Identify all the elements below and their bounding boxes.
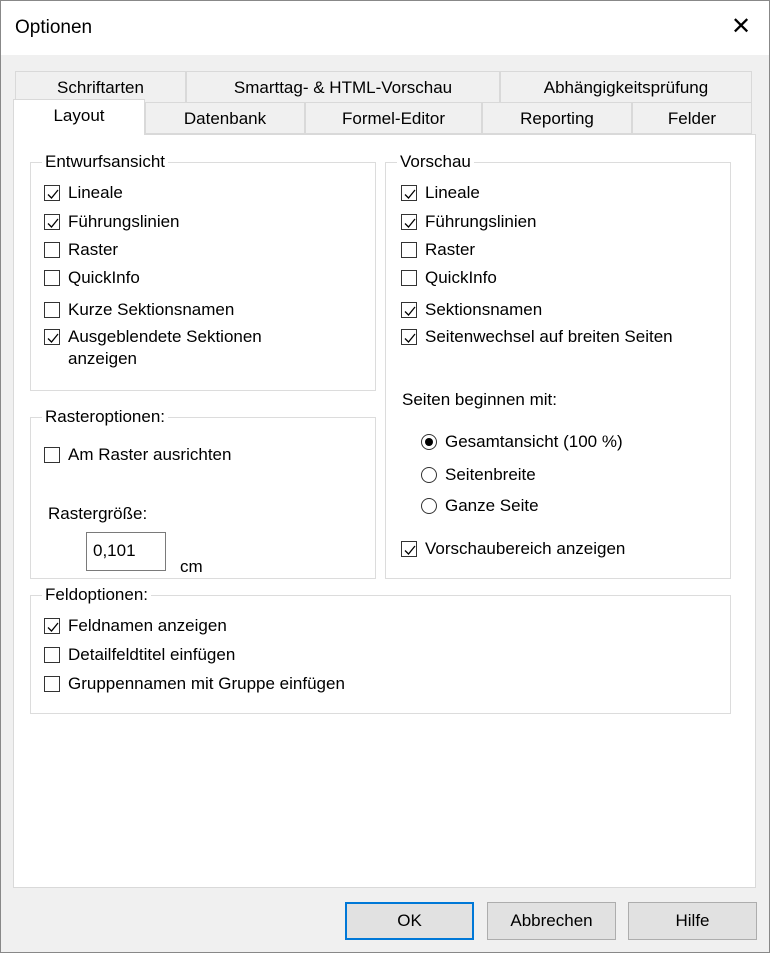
design-5-checkbox[interactable]	[44, 329, 60, 345]
preview-4-label[interactable]: Sektionsnamen	[425, 300, 542, 320]
design-5-label-line2[interactable]: anzeigen	[68, 349, 137, 369]
preview-3-label[interactable]: QuickInfo	[425, 268, 497, 288]
design-1-checkbox[interactable]	[44, 214, 60, 230]
check-icon	[47, 333, 59, 343]
design-2-checkbox[interactable]	[44, 242, 60, 258]
start-radio-label[interactable]: Seitenbreite	[445, 465, 536, 485]
field-2-label[interactable]: Gruppennamen mit Gruppe einfügen	[68, 674, 345, 694]
help-button[interactable]: Hilfe	[628, 902, 757, 940]
grid-size-unit: cm	[180, 557, 203, 576]
preview-1-label[interactable]: Führungslinien	[425, 212, 537, 232]
field-2-checkbox[interactable]	[44, 676, 60, 692]
group-title: Entwurfsansicht	[42, 152, 168, 172]
check-icon	[404, 218, 416, 228]
ok-button[interactable]: OK	[345, 902, 474, 940]
preview-2-label[interactable]: Raster	[425, 240, 475, 260]
pages-start-label: Seiten beginnen mit:	[402, 390, 557, 409]
field-1-label[interactable]: Detailfeldtitel einfügen	[68, 645, 235, 665]
check-icon	[47, 622, 59, 632]
start-radio-label[interactable]: Ganze Seite	[445, 496, 539, 516]
preview-5-label[interactable]: Seitenwechsel auf breiten Seiten	[425, 327, 673, 347]
tab-smarttag-html-vorschau[interactable]: Smarttag- & HTML-Vorschau	[186, 71, 500, 103]
check-icon	[404, 333, 416, 343]
preview-4-checkbox[interactable]	[401, 302, 417, 318]
show-preview-area-checkbox[interactable]	[401, 541, 417, 557]
group-title: Vorschau	[397, 152, 474, 172]
start-radio-label[interactable]: Gesamtansicht (100 %)	[445, 432, 623, 452]
preview-5-checkbox[interactable]	[401, 329, 417, 345]
cancel-button[interactable]: Abbrechen	[487, 902, 616, 940]
show-preview-area-label[interactable]: Vorschaubereich anzeigen	[425, 539, 625, 559]
group-rasteroptionen: Rasteroptionen:	[30, 407, 376, 579]
check-icon	[404, 306, 416, 316]
start-radio-0[interactable]	[421, 434, 437, 450]
preview-0-label[interactable]: Lineale	[425, 183, 480, 203]
preview-0-checkbox[interactable]	[401, 185, 417, 201]
design-4-checkbox[interactable]	[44, 302, 60, 318]
tab-abhängigkeitsprüfung[interactable]: Abhängigkeitsprüfung	[500, 71, 752, 103]
design-3-checkbox[interactable]	[44, 270, 60, 286]
design-0-checkbox[interactable]	[44, 185, 60, 201]
grid-size-label: Rastergröße:	[48, 504, 148, 523]
design-3-label[interactable]: QuickInfo	[68, 268, 140, 288]
preview-1-checkbox[interactable]	[401, 214, 417, 230]
title-bar	[0, 0, 770, 55]
group-title: Rasteroptionen:	[42, 407, 169, 427]
grid-size-input[interactable]: 0,101	[86, 532, 166, 571]
field-0-label[interactable]: Feldnamen anzeigen	[68, 616, 227, 636]
tab-datenbank[interactable]: Datenbank	[145, 102, 305, 134]
check-icon	[404, 189, 416, 199]
design-4-label[interactable]: Kurze Sektionsnamen	[68, 300, 234, 320]
preview-3-checkbox[interactable]	[401, 270, 417, 286]
start-radio-1[interactable]	[421, 467, 437, 483]
close-button[interactable]: ✕	[728, 12, 754, 42]
design-0-label[interactable]: Lineale	[68, 183, 123, 203]
tab-formel-editor[interactable]: Formel-Editor	[305, 102, 482, 134]
field-1-checkbox[interactable]	[44, 647, 60, 663]
tab-felder[interactable]: Felder	[632, 102, 752, 134]
window-title: Optionen	[15, 17, 93, 38]
tab-layout[interactable]: Layout	[13, 99, 145, 135]
check-icon	[404, 545, 416, 555]
field-0-checkbox[interactable]	[44, 618, 60, 634]
check-icon	[47, 218, 59, 228]
tab-reporting[interactable]: Reporting	[482, 102, 632, 134]
start-radio-2[interactable]	[421, 498, 437, 514]
design-1-label[interactable]: Führungslinien	[68, 212, 180, 232]
preview-2-checkbox[interactable]	[401, 242, 417, 258]
group-title: Feldoptionen:	[42, 585, 152, 605]
snap-to-grid-checkbox[interactable]	[44, 447, 60, 463]
check-icon	[47, 189, 59, 199]
design-2-label[interactable]: Raster	[68, 240, 118, 260]
design-5-label[interactable]: Ausgeblendete Sektionen	[68, 327, 262, 347]
snap-to-grid-label[interactable]: Am Raster ausrichten	[68, 445, 231, 465]
